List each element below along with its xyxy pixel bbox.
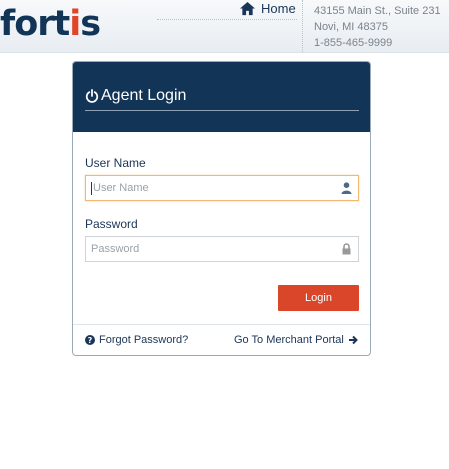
header-rule <box>85 110 359 111</box>
logo-text-main: fort <box>0 4 70 44</box>
power-icon <box>85 89 99 103</box>
lock-icon <box>341 243 352 255</box>
forgot-password-link[interactable]: ? Forgot Password? <box>85 334 188 346</box>
card-title-text: Agent Login <box>101 87 187 104</box>
phone-number: 1-855-465-9999 <box>314 37 393 49</box>
forgot-password-label: Forgot Password? <box>99 334 189 346</box>
address-line-1: 43155 Main St., Suite 231 <box>314 5 441 17</box>
logo-text-accent: i <box>69 4 81 44</box>
username-label: User Name <box>85 156 146 170</box>
password-input[interactable]: Password <box>85 236 359 262</box>
contact-info: 43155 Main St., Suite 231 Novi, MI 48375… <box>314 3 449 51</box>
login-button[interactable]: Login <box>278 285 359 311</box>
fortis-logo[interactable]: fortis <box>0 4 101 44</box>
home-link[interactable]: Home <box>239 1 296 16</box>
username-input[interactable]: User Name <box>85 175 359 201</box>
card-header: Agent Login <box>73 62 370 132</box>
card-title: Agent Login <box>85 87 186 105</box>
arrow-right-icon <box>348 335 358 345</box>
address-line-2: Novi, MI 48375 <box>314 21 388 33</box>
question-circle-icon: ? <box>85 335 95 345</box>
site-header: fortis Home 43155 Main St., Suite 231 No… <box>0 0 449 53</box>
agent-login-card: Agent Login User Name User Name Password… <box>72 61 371 356</box>
footer-rule <box>73 324 370 325</box>
password-label: Password <box>85 217 138 231</box>
header-dotted-rule <box>157 19 297 20</box>
merchant-portal-label: Go To Merchant Portal <box>234 334 344 346</box>
password-placeholder: Password <box>91 243 140 255</box>
username-placeholder: User Name <box>93 182 149 194</box>
logo-text-tail: s <box>80 4 101 44</box>
merchant-portal-link[interactable]: Go To Merchant Portal <box>234 334 358 346</box>
header-divider <box>302 0 303 52</box>
svg-text:?: ? <box>88 336 93 345</box>
home-link-label: Home <box>261 1 296 16</box>
user-icon <box>341 182 352 194</box>
home-icon <box>239 1 256 16</box>
